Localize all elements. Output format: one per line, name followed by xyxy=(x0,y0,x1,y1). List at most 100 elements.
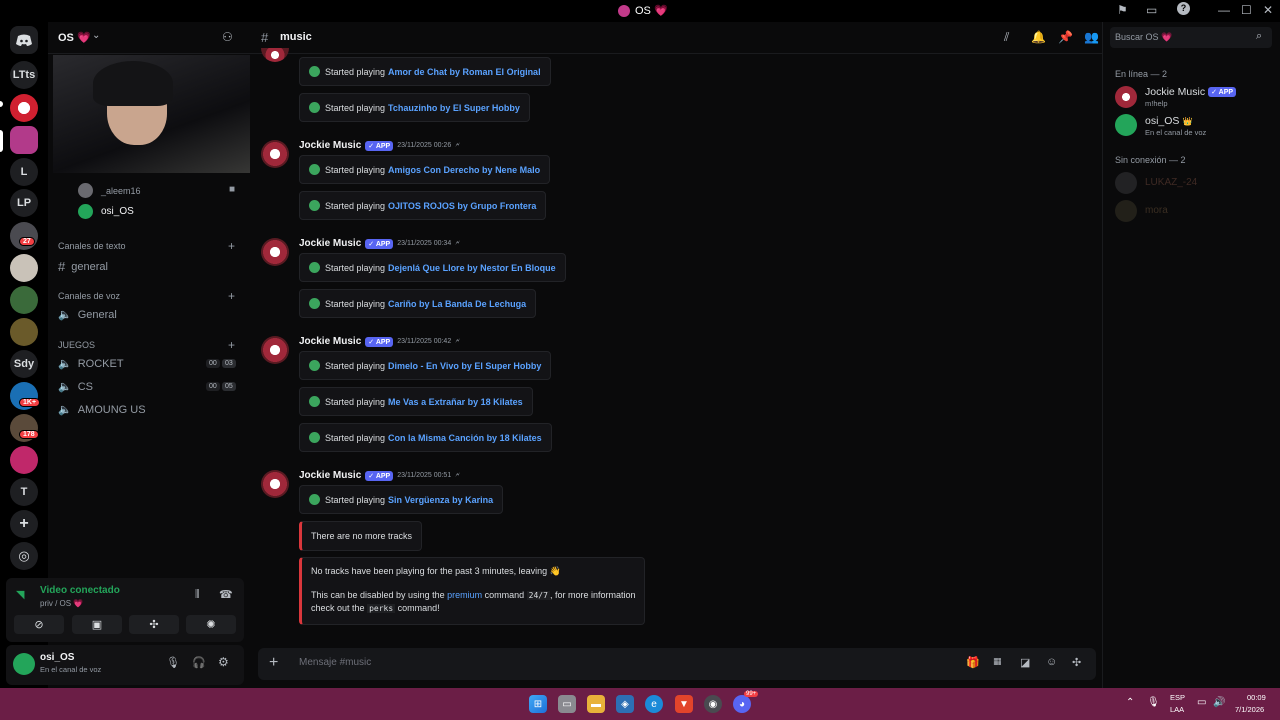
avatar[interactable] xyxy=(13,653,35,675)
server-l[interactable]: L xyxy=(10,158,38,186)
track-link[interactable]: Dimelo - En Vivo by El Super Hobby xyxy=(388,361,541,371)
voice-status[interactable]: Video conectado xyxy=(40,585,120,596)
brave-icon[interactable]: ▼ xyxy=(675,695,693,713)
activities-button[interactable]: ✣ xyxy=(129,615,179,634)
track-link[interactable]: Tchauzinho by El Super Hobby xyxy=(388,103,520,113)
avatar[interactable] xyxy=(261,140,289,168)
add-server-icon[interactable]: + xyxy=(10,510,38,538)
minimize-icon[interactable]: — xyxy=(1218,3,1230,17)
settings-gear-icon[interactable]: ⚙ xyxy=(218,655,229,669)
inbox-flag-icon[interactable]: ⚑ xyxy=(1117,3,1128,17)
server-pink[interactable] xyxy=(10,446,38,474)
channel-cs[interactable]: 🔈 CS xyxy=(58,380,93,394)
threads-icon[interactable]: ⫽ xyxy=(1004,30,1009,45)
track-link[interactable]: Cariño by La Banda De Lechuga xyxy=(388,299,526,309)
voice-user[interactable]: _aleem16 xyxy=(78,183,141,198)
add-attachment-icon[interactable]: + xyxy=(269,654,278,672)
avatar[interactable] xyxy=(261,470,289,498)
gif-icon[interactable]: ▦ xyxy=(993,656,1002,667)
server-lp[interactable]: LP xyxy=(10,189,38,217)
channel-among-us[interactable]: 🔈 AMOUNG US xyxy=(58,403,146,417)
avatar[interactable] xyxy=(1115,114,1137,136)
category-games[interactable]: JUEGOS xyxy=(58,340,95,350)
microphone-icon[interactable]: 🎙 xyxy=(166,656,180,669)
discover-icon[interactable]: ◎ xyxy=(10,542,38,570)
emoji-icon[interactable]: ☺ xyxy=(1046,656,1057,668)
track-link[interactable]: Me Vas a Extrañar by 18 Kilates xyxy=(388,397,523,407)
pin-icon[interactable]: 📌 xyxy=(1058,30,1073,44)
add-channel-icon[interactable]: + xyxy=(228,239,235,253)
message-input[interactable]: Mensaje #music xyxy=(299,657,371,668)
message-composer[interactable]: + Mensaje #music 🎁 ▦ ◪ ☺ ✣ xyxy=(258,648,1096,680)
discord-taskbar-icon[interactable]: ◕ xyxy=(733,695,751,713)
microphone-icon[interactable]: 🎙 xyxy=(1147,697,1160,708)
category-voice[interactable]: Canales de voz xyxy=(58,291,120,301)
search-box[interactable]: Buscar OS 💗 ⌕ xyxy=(1110,27,1272,48)
volume-icon[interactable]: 🔊 xyxy=(1213,697,1225,708)
author-name[interactable]: Jockie Music xyxy=(299,238,361,249)
server-green[interactable] xyxy=(10,286,38,314)
avatar[interactable] xyxy=(1115,86,1137,108)
member-name[interactable]: mora xyxy=(1145,205,1168,216)
add-channel-icon[interactable]: + xyxy=(228,289,235,303)
monitor-icon[interactable]: ▭ xyxy=(1146,3,1157,17)
voice-location[interactable]: priv / OS 💗 xyxy=(40,599,83,608)
category-text[interactable]: Canales de texto xyxy=(58,241,126,251)
screen-share-button[interactable]: ▣ xyxy=(72,615,122,634)
track-link[interactable]: Con la Misma Canción by 18 Kilates xyxy=(388,433,542,443)
author-name[interactable]: Jockie Music xyxy=(299,336,361,347)
steam-icon[interactable]: ◉ xyxy=(704,695,722,713)
avatar[interactable] xyxy=(1115,200,1137,222)
noise-suppression-icon[interactable]: ⫼ xyxy=(195,589,200,600)
add-member-icon[interactable]: ⚇ xyxy=(222,30,233,44)
gift-icon[interactable]: 🎁 xyxy=(966,656,980,669)
keyboard-layout[interactable]: LAA xyxy=(1170,705,1184,714)
channel-general-voice[interactable]: 🔈 General xyxy=(58,308,117,322)
server-ltts[interactable]: LTts xyxy=(10,61,38,89)
language-indicator[interactable]: ESP xyxy=(1170,693,1185,702)
voice-user[interactable]: osi_OS xyxy=(78,204,134,219)
video-preview[interactable] xyxy=(53,55,267,173)
member-name[interactable]: LUKAZ_-24 xyxy=(1145,177,1197,188)
author-name[interactable]: Jockie Music xyxy=(299,140,361,151)
track-link[interactable]: Sin Vergüenza by Karina xyxy=(388,495,493,505)
signal-icon[interactable]: ◥ xyxy=(16,588,24,601)
premium-link[interactable]: premium xyxy=(447,590,482,600)
disconnect-icon[interactable]: ☎ xyxy=(219,588,233,601)
user-name[interactable]: osi_OS xyxy=(40,652,74,663)
avatar[interactable] xyxy=(261,238,289,266)
network-icon[interactable]: ▭ xyxy=(1197,697,1206,708)
avatar[interactable] xyxy=(261,48,289,62)
clock-date[interactable]: 7/1/2026 xyxy=(1235,705,1264,714)
members-list-icon[interactable]: 👥 xyxy=(1084,30,1099,44)
track-link[interactable]: OJITOS ROJOS by Grupo Frontera xyxy=(388,201,536,211)
chevron-up-icon[interactable]: ⌃ xyxy=(1126,697,1134,708)
add-channel-icon[interactable]: + xyxy=(228,338,235,352)
discord-home-icon[interactable] xyxy=(10,26,38,54)
task-view-icon[interactable]: ▭ xyxy=(558,695,576,713)
member-item[interactable]: Jockie Music ✓ APP xyxy=(1145,86,1237,98)
server-cat[interactable] xyxy=(10,254,38,282)
track-link[interactable]: Dejenlá Que Llore by Nestor En Bloque xyxy=(388,263,556,273)
avatar[interactable] xyxy=(1115,172,1137,194)
maximize-icon[interactable]: ☐ xyxy=(1241,3,1252,17)
close-icon[interactable]: ✕ xyxy=(1263,3,1273,17)
author-name[interactable]: Jockie Music xyxy=(299,470,361,481)
camera-off-button[interactable]: ⊘ xyxy=(14,615,64,634)
windows-start-icon[interactable]: ⊞ xyxy=(529,695,547,713)
file-explorer-icon[interactable]: ▬ xyxy=(587,695,605,713)
server-gold[interactable] xyxy=(10,318,38,346)
edge-icon[interactable]: e xyxy=(645,695,663,713)
server-t[interactable]: T xyxy=(10,478,38,506)
member-item[interactable]: osi_OS 👑 xyxy=(1145,115,1192,127)
soundboard-button[interactable]: ✺ xyxy=(186,615,236,634)
server-red[interactable] xyxy=(10,94,38,122)
headphones-icon[interactable]: 🎧 xyxy=(192,656,206,669)
track-link[interactable]: Amor de Chat by Roman El Original xyxy=(388,67,541,77)
vscode-icon[interactable]: ◈ xyxy=(616,695,634,713)
track-link[interactable]: Amigos Con Derecho by Nene Malo xyxy=(388,165,540,175)
avatar[interactable] xyxy=(261,336,289,364)
bell-icon[interactable]: 🔔 xyxy=(1031,30,1046,44)
server-sdy[interactable]: Sdy xyxy=(10,350,38,378)
search-input[interactable]: Buscar OS 💗 xyxy=(1115,32,1172,43)
